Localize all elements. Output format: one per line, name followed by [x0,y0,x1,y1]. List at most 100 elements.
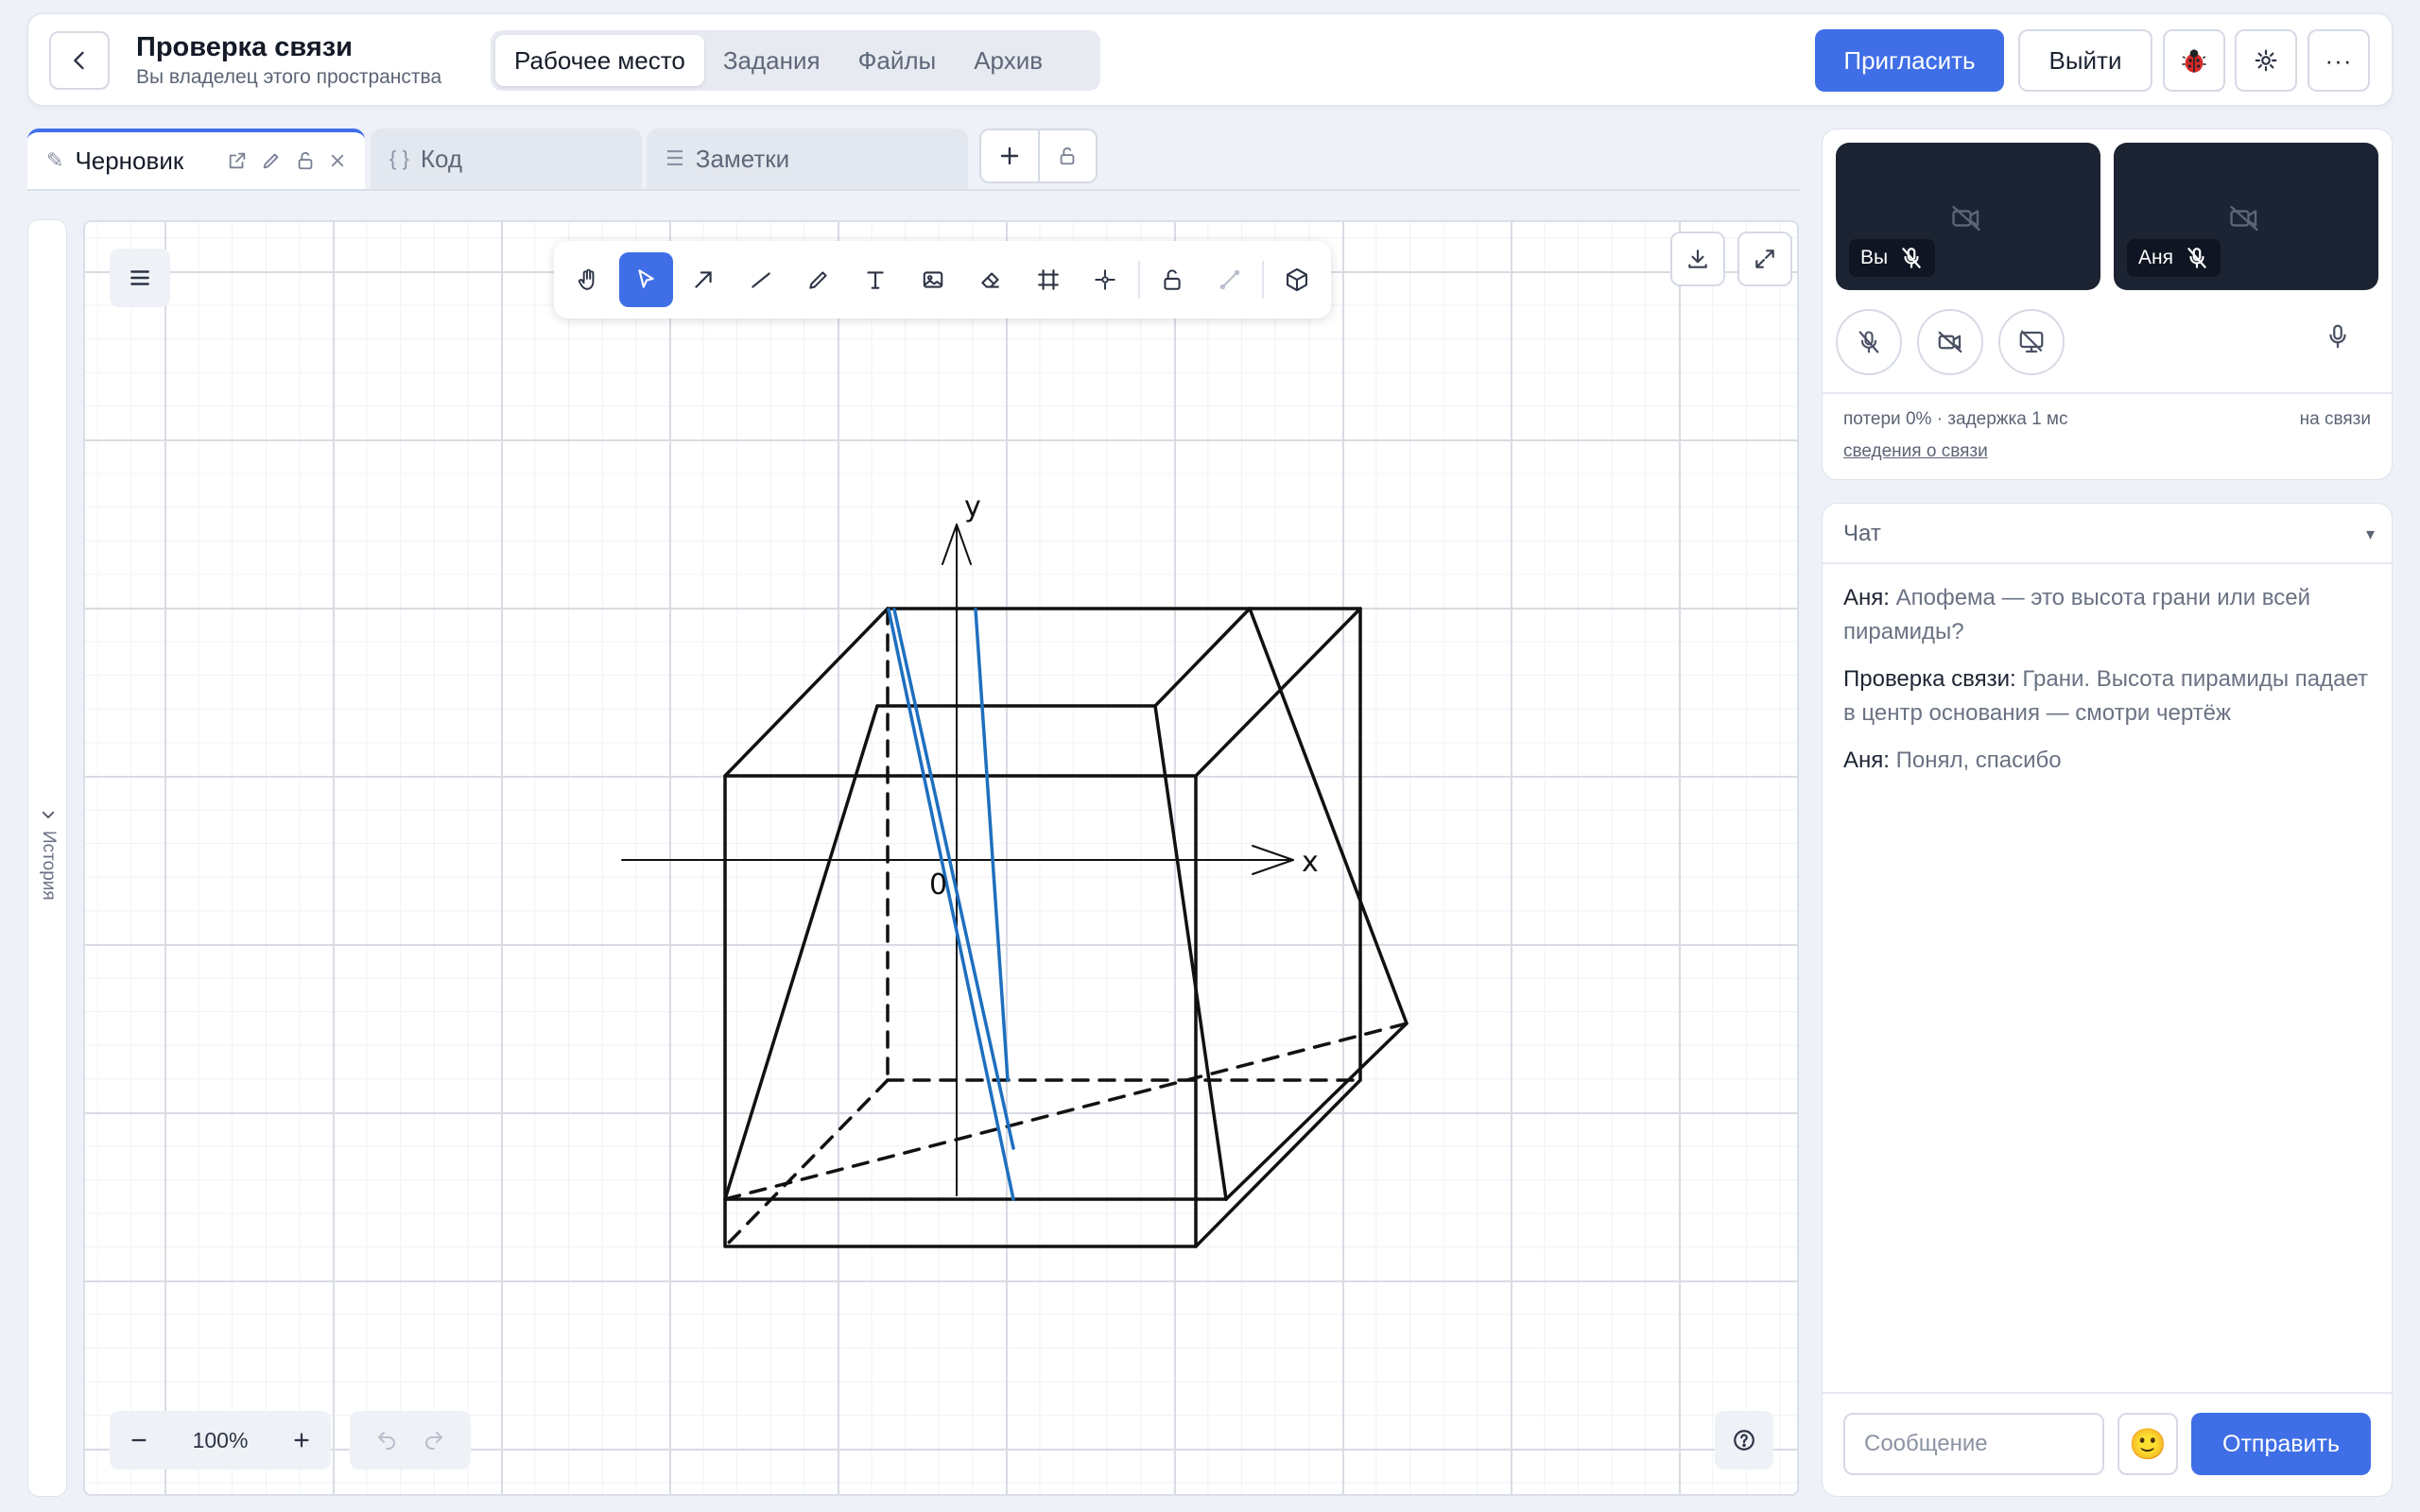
emoji-button[interactable]: 🙂 [2118,1413,2178,1475]
line-tool[interactable] [734,252,787,307]
more-button[interactable]: ··· [2308,29,2370,92]
nav-tab-archive[interactable]: Архив [955,35,1062,86]
theme-toggle-button[interactable] [2235,29,2297,92]
doc-tab-label: Код [420,144,463,173]
microphone-icon[interactable] [2324,322,2352,351]
camera-off-icon [1952,205,1980,232]
video-tile-participant[interactable]: Аня [2114,143,2378,290]
hand-tool[interactable] [562,252,615,307]
invite-button[interactable]: Пригласить [1815,29,2004,92]
video-tile-self[interactable]: Вы [1836,143,2100,290]
pyramid-hidden-edge [723,1022,1409,1201]
connection-status: на связи [2299,409,2371,429]
help-icon [1734,1430,1754,1451]
back-button[interactable] [49,31,110,90]
point-tool[interactable] [1079,252,1132,307]
history-toggle[interactable]: История [34,806,62,901]
lock-icon [1164,269,1181,290]
drawing-canvas[interactable]: x y 0 100% [83,220,1799,1496]
cube-icon [1286,267,1307,292]
share-screen-button[interactable] [1998,309,2065,375]
code-icon: { } [389,146,409,170]
point-icon [1095,269,1116,290]
fullscreen-button[interactable] [1737,232,1792,286]
frustum-edge [1248,607,1409,1025]
connection-details-link[interactable]: сведения о связи [1843,441,1988,462]
video-call-panel: Вы Аня потери 0% · задержка 1 мс на связ… [1822,129,2394,480]
message-text: Понял, спасибо [1895,747,2062,773]
frustum-edge [1153,607,1252,708]
undo-icon[interactable] [375,1429,398,1452]
report-bug-button[interactable] [2163,29,2225,92]
frame-tool[interactable] [1021,252,1075,307]
arrow-icon [695,271,712,288]
send-button[interactable]: Отправить [2191,1413,2371,1475]
arrow-tool[interactable] [677,252,731,307]
add-tab-button[interactable] [981,130,1040,181]
participant-label: Вы [1849,239,1936,277]
plus-icon [1000,146,1018,165]
unlock-icon [1060,147,1075,165]
eraser-tool[interactable] [963,252,1017,307]
chat-collapse-toggle[interactable]: ▾ [2366,524,2375,544]
nav-tab-workplace[interactable]: Рабочее место [495,35,704,86]
zoom-in-icon[interactable] [291,1430,312,1451]
divider [1823,392,2394,394]
3d-shape-tool[interactable] [1270,252,1323,307]
chevron-right-icon [42,811,55,819]
message-author: Аня: [1843,585,1890,610]
doc-tab-code[interactable]: { } Код [371,129,642,189]
screen-share-off-icon [2019,330,2044,353]
mic-muted-icon [2187,248,2206,268]
chat-title: Чат [1843,521,1881,546]
canvas-menu-button[interactable] [110,249,170,307]
cube-edge [1194,607,1362,778]
toolbar-separator [1262,261,1265,299]
workspace-nav: Рабочее место Задания Файлы Архив [491,30,1100,91]
toggle-mic-button[interactable] [1836,309,1902,375]
eraser-icon [981,272,999,288]
frustum-edge [1153,704,1228,1201]
height-line [974,608,1010,1082]
sun-icon [2255,49,2277,72]
chat-panel: Чат ▾ Аня: Апофема — это высота грани ил… [1822,503,2394,1497]
nav-tab-tasks[interactable]: Задания [704,35,839,86]
nav-tab-files[interactable]: Файлы [839,35,956,86]
select-tool[interactable] [618,252,673,307]
download-button[interactable] [1670,232,1725,286]
mic-muted-icon [1902,248,1921,268]
pencil-tool[interactable] [791,252,845,307]
participant-name: Вы [1860,247,1889,268]
redo-icon[interactable] [423,1429,445,1452]
exit-button[interactable]: Выйти [2018,29,2152,92]
tab-tools [979,129,1098,183]
line-icon [751,272,770,288]
zoom-out-icon[interactable] [129,1430,149,1451]
connector-tool[interactable] [1203,252,1257,307]
text-tool[interactable] [849,252,903,307]
unlock-icon[interactable] [295,150,316,171]
camera-off-icon [2230,205,2258,232]
toggle-camera-button[interactable] [1917,309,1983,375]
lock-tool[interactable] [1146,252,1200,307]
history-rail[interactable]: История [27,219,67,1497]
doc-tab-notes[interactable]: ☰ Заметки [647,129,968,189]
camera-off-icon [1938,331,1962,353]
doc-tab-draft[interactable]: ✎ Черновик [27,129,365,189]
participant-name: Аня [2138,247,2173,268]
lock-tabs-button[interactable] [1040,130,1097,181]
open-external-icon[interactable] [227,150,248,171]
mic-off-icon [1858,331,1879,353]
message-input[interactable] [1843,1413,2104,1475]
participant-label: Аня [2127,239,2221,277]
zoom-level: 100% [192,1427,249,1452]
hand-icon [579,268,595,290]
close-icon[interactable] [329,152,346,169]
connector-icon [1219,269,1240,290]
rename-icon[interactable] [261,150,282,171]
divider [1823,1392,2394,1394]
image-tool[interactable] [907,252,960,307]
pencil-icon [808,271,827,289]
help-button[interactable] [1715,1411,1773,1469]
divider [1823,562,2394,564]
